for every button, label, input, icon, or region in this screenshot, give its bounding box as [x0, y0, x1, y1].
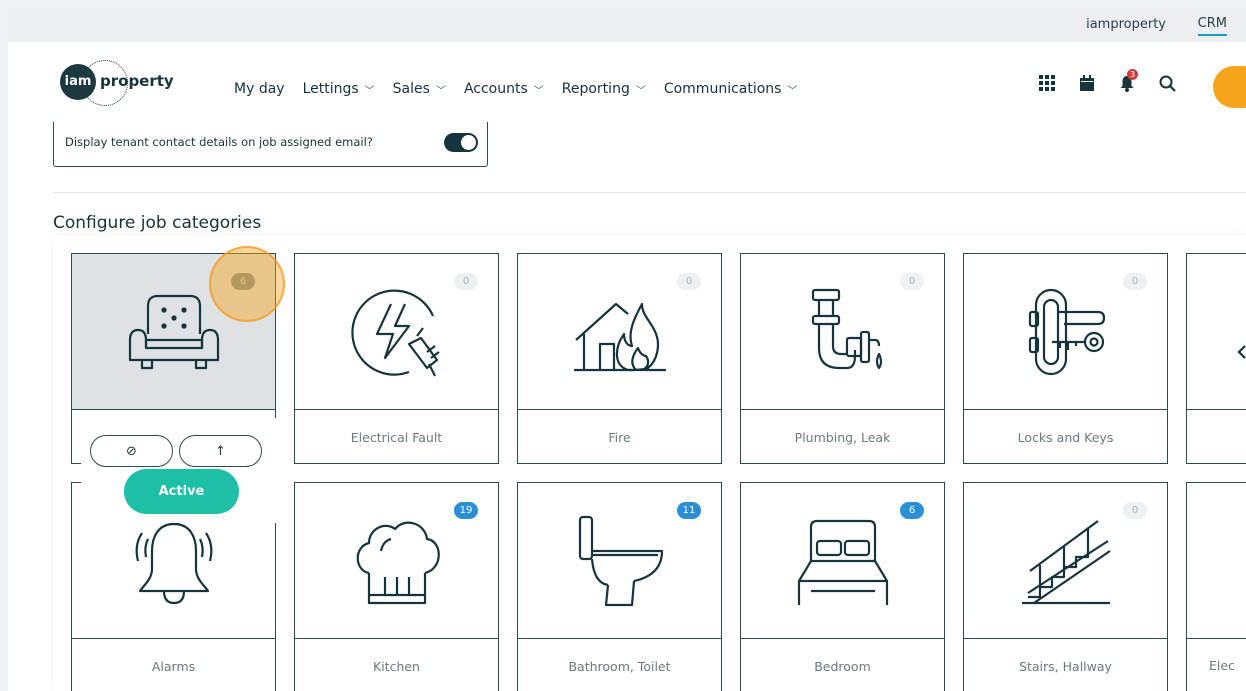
- door-lock-key-icon: [1028, 288, 1105, 375]
- nav-sales[interactable]: Sales ﹀: [393, 81, 446, 97]
- chevron-down-icon: ﹀: [635, 85, 646, 97]
- bed-icon: [797, 519, 888, 605]
- nav-communications[interactable]: Communications ﹀: [664, 81, 798, 97]
- category-card-bedroom[interactable]: Bedroom 6: [740, 482, 945, 691]
- nav-label: My day: [234, 81, 285, 97]
- nav-label: Lettings: [302, 81, 359, 97]
- grid-icon[interactable]: [1036, 72, 1058, 94]
- category-card-bathroom-toilet[interactable]: Bathroom, Toilet 11: [517, 482, 722, 691]
- category-card-kitchen[interactable]: Kitchen 19: [294, 482, 499, 691]
- calendar-icon[interactable]: [1076, 72, 1098, 94]
- nav-label: Reporting: [561, 81, 630, 97]
- app-window: iamproperty CRM iam property My day Lett…: [8, 8, 1246, 691]
- alarm-bell-icon: [135, 512, 212, 604]
- partial-icon: [1237, 345, 1246, 359]
- pipe-leak-icon: [811, 288, 882, 369]
- card-count-badge: 19: [454, 502, 478, 519]
- card-count-badge: 11: [677, 502, 701, 519]
- card-count-badge: 0: [1123, 273, 1147, 290]
- logo-word: property: [100, 72, 174, 90]
- card-label: Stairs, Hallway: [964, 638, 1167, 691]
- card-count-badge: 0: [677, 273, 701, 290]
- card-label: Electrical Fault: [295, 409, 498, 464]
- org-switcher[interactable]: iamproperty: [1086, 17, 1166, 32]
- card-label: Kitchen: [295, 638, 498, 691]
- nav-accounts[interactable]: Accounts ﹀: [464, 81, 544, 97]
- card-count-badge: 0: [900, 273, 924, 290]
- stairs-icon: [1021, 519, 1111, 604]
- chevron-down-icon: ﹀: [435, 85, 446, 97]
- card-label: Bedroom: [741, 638, 944, 691]
- nav-label: Sales: [392, 81, 430, 97]
- category-card-fire[interactable]: Fire 0: [517, 253, 722, 464]
- card-label: Elec: [1187, 638, 1246, 691]
- tenant-contact-toggle[interactable]: [444, 133, 478, 152]
- nav-my-day[interactable]: My day: [234, 81, 285, 97]
- logo-badge: iam: [60, 64, 96, 100]
- category-card-locks-and-keys[interactable]: Locks and Keys 0: [963, 253, 1168, 464]
- notification-count: 3: [1127, 69, 1138, 80]
- active-status-button[interactable]: Active: [124, 469, 239, 514]
- category-card-electrical-fault[interactable]: Electrical Fault 0: [294, 253, 499, 464]
- crm-link[interactable]: CRM: [1197, 16, 1227, 36]
- armchair-icon: [128, 294, 219, 369]
- category-card-partial[interactable]: [1186, 253, 1246, 464]
- nav-lettings[interactable]: Lettings ﹀: [303, 81, 375, 97]
- card-label: Fire: [518, 409, 721, 464]
- category-card-stairs-hallway[interactable]: Stairs, Hallway 0: [963, 482, 1168, 691]
- chef-hat-icon: [356, 521, 440, 604]
- fire-house-icon: [573, 302, 666, 371]
- card-count-badge: 0: [454, 273, 478, 290]
- main-nav: iam property My day Lettings ﹀ Sales ﹀ Acc…: [8, 42, 1246, 110]
- card-label: Plumbing, Leak: [741, 409, 944, 464]
- electrical-plug-icon: [350, 289, 440, 376]
- search-icon[interactable]: [1156, 72, 1178, 94]
- settings-panel: Display tenant contact details on job as…: [53, 122, 488, 167]
- chevron-down-icon: ﹀: [787, 85, 798, 97]
- user-menu-button[interactable]: [1213, 66, 1246, 108]
- card-count-badge: 6: [900, 502, 924, 519]
- bell-icon[interactable]: 3: [1116, 69, 1138, 94]
- arrow-up-icon: ↑: [215, 443, 226, 459]
- toilet-icon: [578, 515, 663, 606]
- section-title: Configure job categories: [53, 213, 262, 233]
- click-highlight: [209, 246, 285, 322]
- card-label: Alarms: [72, 638, 275, 691]
- nav-menu: My day Lettings ﹀ Sales ﹀ Accounts ﹀ Report…: [234, 81, 797, 97]
- nav-label: Communications: [663, 81, 782, 97]
- card-label: Bathroom, Toilet: [518, 638, 721, 691]
- chevron-down-icon: ﹀: [533, 85, 544, 97]
- nav-reporting[interactable]: Reporting ﹀: [562, 81, 646, 97]
- card-image: [1187, 483, 1246, 638]
- chevron-down-icon: ﹀: [364, 85, 375, 97]
- disable-button[interactable]: ⊘: [90, 435, 173, 467]
- category-card-plumbing-leak[interactable]: Plumbing, Leak 0: [740, 253, 945, 464]
- toggle-knob: [461, 135, 476, 150]
- card-label: Locks and Keys: [964, 409, 1167, 464]
- tenant-contact-label: Display tenant contact details on job as…: [65, 135, 373, 149]
- top-bar: iamproperty CRM: [8, 8, 1246, 42]
- disable-icon: ⊘: [126, 443, 137, 459]
- card-count-badge: 0: [1123, 502, 1147, 519]
- category-actions-popover: ⊘ ↑ Active: [81, 418, 284, 523]
- logo[interactable]: iam property: [60, 60, 180, 106]
- move-up-button[interactable]: ↑: [179, 435, 262, 467]
- category-card-partial-elec[interactable]: Elec: [1186, 482, 1246, 691]
- nav-icons: 3: [1036, 69, 1178, 94]
- section-divider: [53, 192, 1246, 193]
- card-image: [1187, 254, 1246, 409]
- nav-label: Accounts: [463, 81, 528, 97]
- card-label: [1187, 409, 1246, 464]
